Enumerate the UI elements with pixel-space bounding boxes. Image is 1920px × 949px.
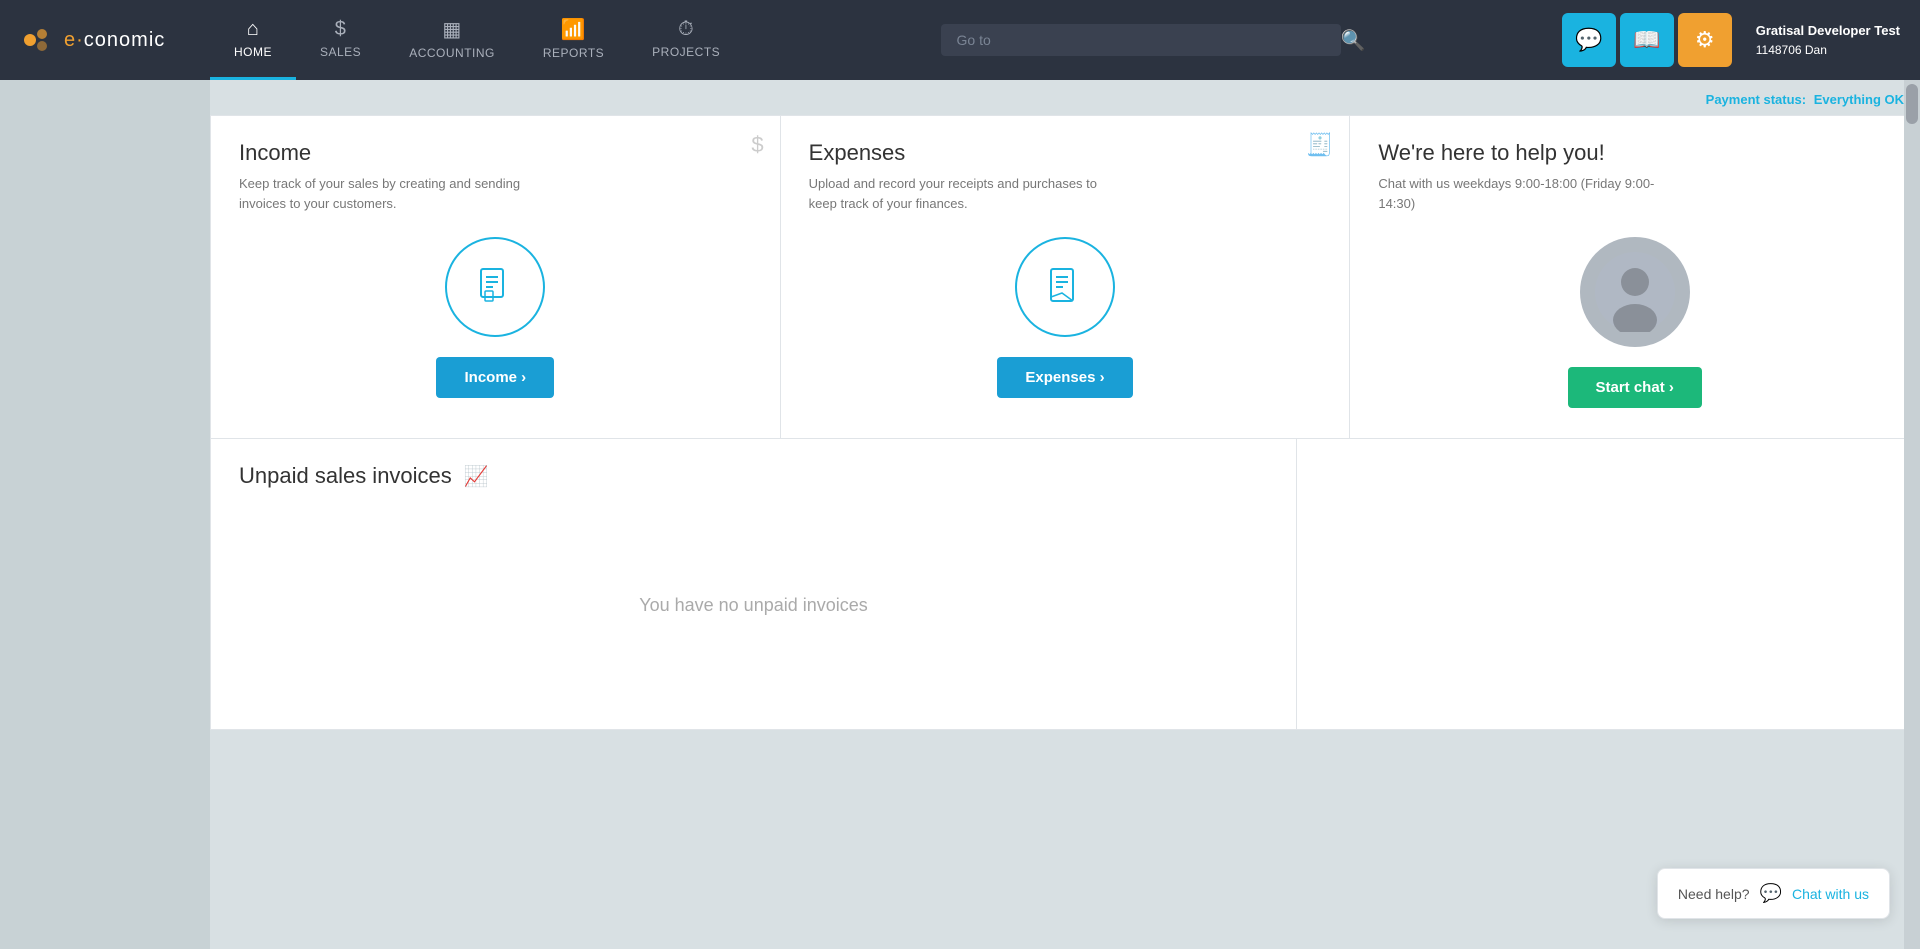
bottom-row: Unpaid sales invoices 📈 You have no unpa… [210,439,1920,730]
start-chat-button[interactable]: Start chat › [1568,367,1702,408]
help-card-center: Start chat › [1378,237,1891,408]
expenses-button[interactable]: Expenses › [997,357,1132,398]
nav-item-projects[interactable]: ⏱ PROJECTS [628,0,744,80]
nav-item-sales[interactable]: $ SALES [296,0,385,80]
user-area: Gratisal Developer Test 1148706 Dan [1736,21,1920,59]
chat-with-us-link[interactable]: Chat with us [1792,886,1869,902]
search-input[interactable] [941,24,1341,56]
scrollbar[interactable] [1904,80,1920,949]
income-desc: Keep track of your sales by creating and… [239,174,539,213]
nav-right-icons: 💬 📖 ⚙ [1562,13,1736,67]
reports-icon: 📶 [561,17,586,42]
expenses-card-center: Expenses › [809,237,1322,398]
nav-item-home[interactable]: ⌂ HOME [210,0,296,80]
expenses-icon [1043,265,1087,309]
invoice-icon [473,265,517,309]
nav-label-home: HOME [234,45,272,59]
income-title: Income [239,140,752,166]
logo-text: e·conomic [64,29,165,52]
nav-items: ⌂ HOME $ SALES ▦ ACCOUNTING 📶 REPORTS ⏱ … [210,0,744,80]
dollar-icon: $ [335,18,347,41]
nav-item-accounting[interactable]: ▦ ACCOUNTING [385,0,519,80]
home-icon: ⌂ [247,18,260,41]
receipt-bg-icon: 🧾 [1306,132,1333,158]
scroll-thumb[interactable] [1906,84,1918,124]
unpaid-invoices-title: Unpaid sales invoices 📈 [239,463,1268,489]
cards-row: $ Income Keep track of your sales by cre… [210,115,1920,439]
expenses-desc: Upload and record your receipts and purc… [809,174,1109,213]
nav-label-accounting: ACCOUNTING [409,46,495,60]
logo[interactable]: e·conomic [0,22,210,58]
navbar: e·conomic ⌂ HOME $ SALES ▦ ACCOUNTING 📶 … [0,0,1920,80]
unpaid-invoices-card: Unpaid sales invoices 📈 You have no unpa… [210,439,1297,730]
unpaid-invoices-title-text: Unpaid sales invoices [239,463,452,489]
nav-label-reports: REPORTS [543,46,604,60]
income-button[interactable]: Income › [436,357,554,398]
sidebar-area [0,80,210,949]
bottom-right-card [1297,439,1920,730]
chart-icon: 📈 [464,464,489,489]
avatar-image [1595,252,1675,332]
nav-item-reports[interactable]: 📶 REPORTS [519,0,628,80]
nav-label-sales: SALES [320,45,361,59]
support-avatar [1580,237,1690,347]
help-card: We're here to help you! Chat with us wee… [1350,115,1920,439]
search-area: 🔍 [744,24,1562,56]
bubble-chat-icon: 💬 [1760,883,1782,904]
search-button[interactable]: 🔍 [1341,28,1366,53]
user-company: Gratisal Developer Test [1756,21,1900,41]
help-desc: Chat with us weekdays 9:00-18:00 (Friday… [1378,174,1678,213]
gear-icon-button[interactable]: ⚙ [1678,13,1732,67]
income-circle-icon [445,237,545,337]
payment-status-label: Payment status: [1706,92,1806,107]
help-bubble: Need help? 💬 Chat with us [1657,868,1890,919]
expenses-circle-icon [1015,237,1115,337]
expenses-card: 🧾 Expenses Upload and record your receip… [781,115,1351,439]
dollar-bg-icon: $ [751,132,763,158]
accounting-icon: ▦ [442,17,461,42]
income-card: $ Income Keep track of your sales by cre… [210,115,781,439]
help-title: We're here to help you! [1378,140,1891,166]
nav-label-projects: PROJECTS [652,45,720,59]
logo-icon [20,22,56,58]
projects-icon: ⏱ [678,18,694,41]
chat-icon-button[interactable]: 💬 [1562,13,1616,67]
expenses-title: Expenses [809,140,1322,166]
income-card-center: Income › [239,237,752,398]
help-bubble-label: Need help? [1678,886,1750,902]
payment-status-bar: Payment status: Everything OK [210,80,1920,115]
main-content: Payment status: Everything OK $ Income K… [210,80,1920,949]
no-invoices-message: You have no unpaid invoices [239,505,1268,705]
payment-status-value: Everything OK [1814,92,1904,107]
user-account: 1148706 Dan [1756,41,1900,59]
book-icon-button[interactable]: 📖 [1620,13,1674,67]
